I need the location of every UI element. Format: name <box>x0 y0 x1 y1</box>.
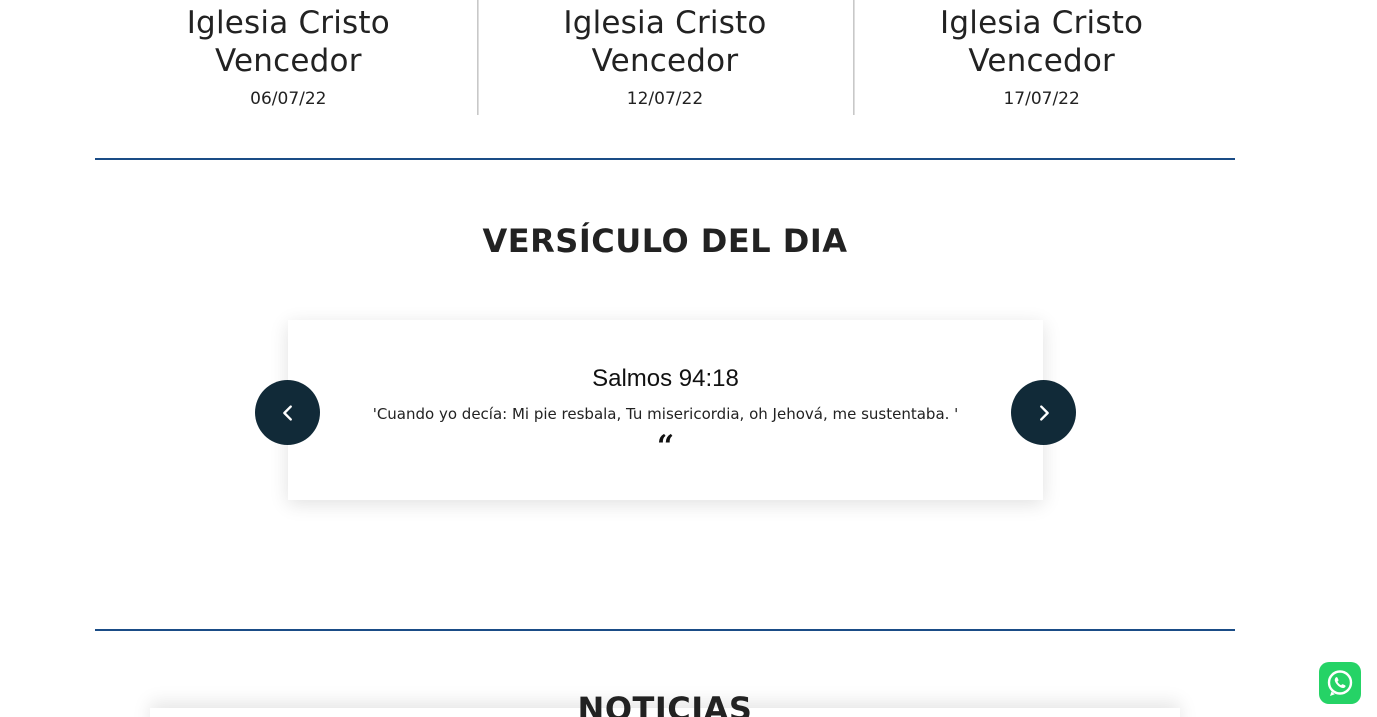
event-card[interactable]: Iglesia Cristo Vencedor 06/07/22 <box>100 0 477 115</box>
news-section-title: NOTICIAS <box>577 690 753 717</box>
event-title-line2: Vencedor <box>591 43 739 79</box>
section-divider <box>95 158 1235 160</box>
carousel-next-button[interactable] <box>1011 380 1076 445</box>
event-card[interactable]: Iglesia Cristo Vencedor 12/07/22 <box>476 0 854 115</box>
chevron-left-icon <box>282 404 292 421</box>
section-divider <box>95 629 1235 631</box>
verse-text: 'Cuando yo decía: Mi pie resbala, Tu mis… <box>372 405 959 423</box>
carousel-prev-button[interactable] <box>255 380 320 445</box>
whatsapp-button[interactable] <box>1319 662 1361 704</box>
chevron-right-icon <box>1039 404 1049 421</box>
event-title[interactable]: Iglesia Cristo Vencedor <box>477 0 854 80</box>
page: Iglesia Cristo Vencedor 06/07/22 Iglesia… <box>0 0 1377 717</box>
event-title-line2: Vencedor <box>968 43 1115 79</box>
event-title-line1: Iglesia Cristo <box>186 5 390 41</box>
event-title-line1: Iglesia Cristo <box>940 5 1144 41</box>
verse-section-title: VERSÍCULO DEL DIA <box>482 222 848 260</box>
event-date: 12/07/22 <box>626 89 704 109</box>
event-date: 06/07/22 <box>250 89 327 109</box>
event-title-line2: Vencedor <box>215 43 362 79</box>
quote-left-icon: “ <box>656 429 675 464</box>
event-title[interactable]: Iglesia Cristo Vencedor <box>853 0 1230 80</box>
verse-reference: Salmos 94:18 <box>592 365 739 392</box>
event-date: 17/07/22 <box>1003 89 1080 109</box>
events-row: Iglesia Cristo Vencedor 06/07/22 Iglesia… <box>100 0 1230 115</box>
event-card[interactable]: Iglesia Cristo Vencedor 17/07/22 <box>853 0 1230 115</box>
verse-card: Salmos 94:18 'Cuando yo decía: Mi pie re… <box>288 320 1043 500</box>
whatsapp-icon <box>1327 670 1353 696</box>
event-title-line1: Iglesia Cristo <box>563 5 767 41</box>
event-title[interactable]: Iglesia Cristo Vencedor <box>100 0 477 80</box>
